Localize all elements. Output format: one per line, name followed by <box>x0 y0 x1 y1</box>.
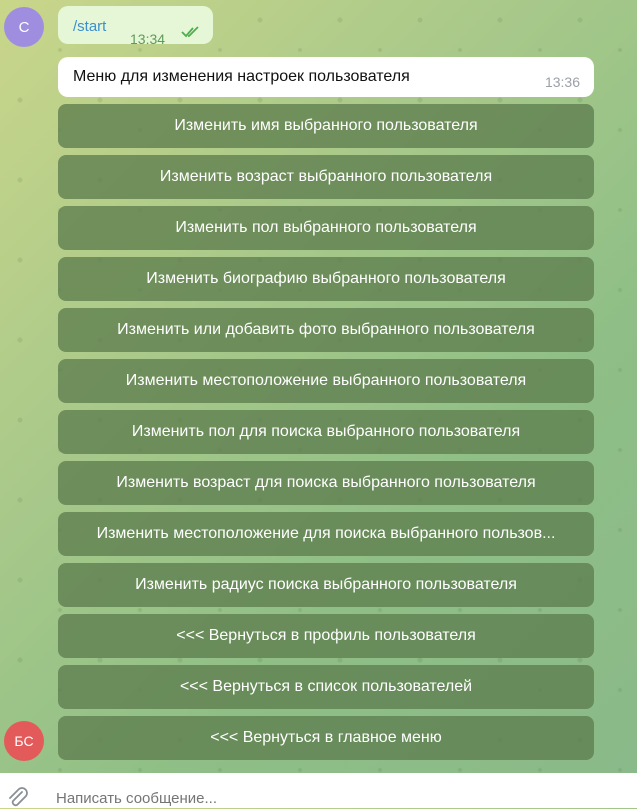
command-text[interactable]: /start <box>73 18 106 35</box>
message-time: 13:34 <box>130 31 166 47</box>
keyboard-button[interactable]: Изменить пол для поиска выбранного польз… <box>58 410 594 454</box>
keyboard-button[interactable]: <<< Вернуться в профиль пользователя <box>58 614 594 658</box>
message-time: 13:36 <box>544 74 580 90</box>
keyboard-button[interactable]: Изменить возраст для поиска выбранного п… <box>58 461 594 505</box>
message-input[interactable] <box>54 789 458 808</box>
attach-icon[interactable] <box>6 787 30 809</box>
keyboard-button[interactable]: <<< Вернуться в главное меню <box>58 716 594 760</box>
message-text: Меню для изменения настроек пользователя <box>73 68 410 85</box>
bot-avatar[interactable]: БС <box>4 721 44 761</box>
keyboard-button[interactable]: Изменить или добавить фото выбранного по… <box>58 308 594 352</box>
keyboard-button[interactable]: Изменить биографию выбранного пользовате… <box>58 257 594 301</box>
user-avatar[interactable]: С <box>4 7 44 47</box>
keyboard-button[interactable]: Изменить местоположение для поиска выбра… <box>58 512 594 556</box>
keyboard-button[interactable]: <<< Вернуться в список пользователей <box>58 665 594 709</box>
outgoing-message[interactable]: /start 13:34 <box>58 6 213 47</box>
incoming-message: Меню для изменения настроек пользователя… <box>58 57 594 97</box>
keyboard-button[interactable]: Изменить возраст выбранного пользователя <box>58 155 594 199</box>
message-composer <box>0 773 637 808</box>
double-check-icon <box>181 26 199 38</box>
keyboard-button[interactable]: Изменить местоположение выбранного польз… <box>58 359 594 403</box>
keyboard-button[interactable]: Изменить имя выбранного пользователя <box>58 104 594 148</box>
keyboard-button[interactable]: Изменить радиус поиска выбранного пользо… <box>58 563 594 607</box>
keyboard-button[interactable]: Изменить пол выбранного пользователя <box>58 206 594 250</box>
